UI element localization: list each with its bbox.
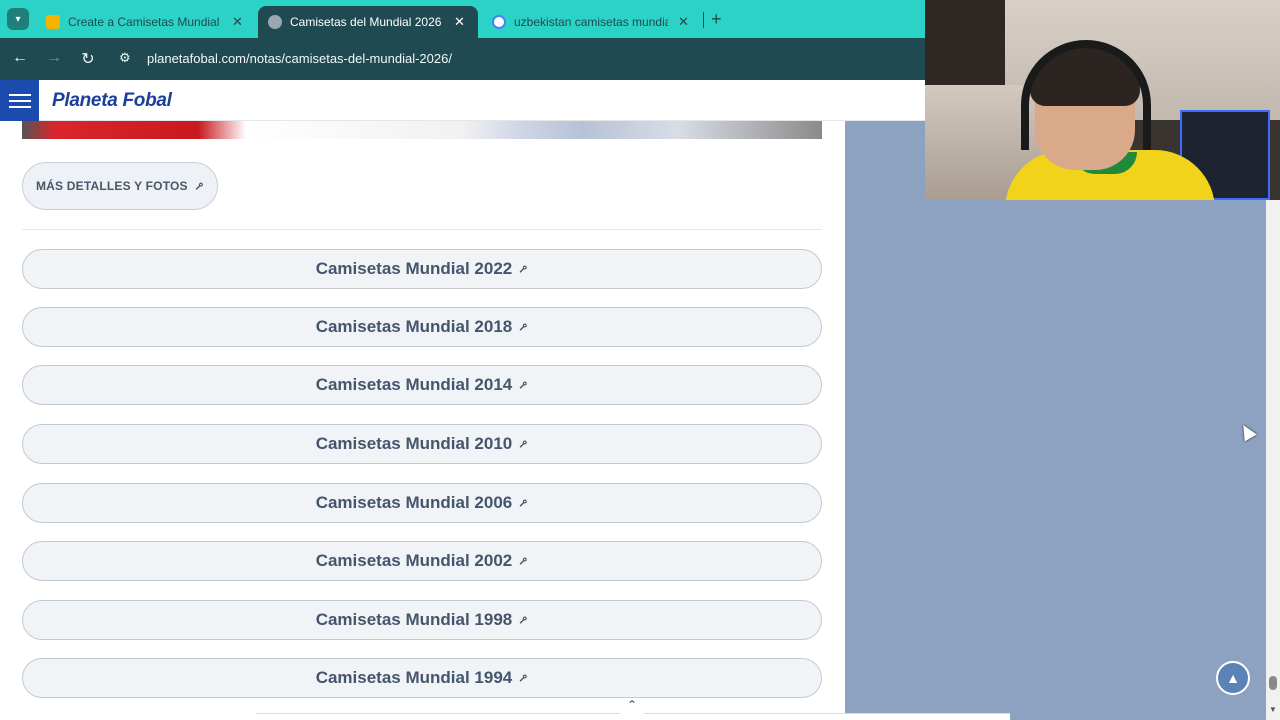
tab-search-button[interactable]: ▾ [7, 8, 29, 30]
link-icon: ⊸ [514, 552, 532, 570]
world-cup-link-1994[interactable]: Camisetas Mundial 1994 ⊸ [22, 658, 822, 698]
arrow-up-icon: ▲ [1226, 670, 1240, 686]
close-icon[interactable]: ✕ [678, 14, 689, 30]
scroll-thumb[interactable] [1269, 676, 1277, 690]
close-icon[interactable]: ✕ [232, 14, 243, 30]
tab-uzbekistan-search[interactable]: uzbekistan camisetas mundial 2 ✕ [482, 6, 699, 38]
world-cup-link-2006[interactable]: Camisetas Mundial 2006 ⊸ [22, 483, 822, 523]
link-icon: ⊸ [514, 318, 532, 336]
site-header: Planeta Fobal [0, 80, 925, 121]
back-to-top-button[interactable]: ▲ [1216, 661, 1250, 695]
site-info-icon[interactable]: ⚙ [119, 50, 131, 66]
more-details-label: MÁS DETALLES Y FOTOS [35, 179, 188, 193]
more-details-button[interactable]: MÁS DETALLES Y FOTOS ⊸ [22, 162, 218, 210]
forward-button[interactable]: → [44, 49, 64, 67]
world-cup-link-2002[interactable]: Camisetas Mundial 2002 ⊸ [22, 541, 822, 581]
hero-image [22, 121, 822, 139]
link-icon: ⊸ [514, 260, 532, 278]
hamburger-menu-button[interactable] [0, 80, 39, 121]
tab-separator [703, 12, 704, 28]
world-cup-link-label: Camisetas Mundial 1998 [315, 610, 513, 629]
chevron-up-icon[interactable]: ⌃ [620, 698, 644, 716]
tab-camisetas-mundial-2026[interactable]: Camisetas del Mundial 2026 – P ✕ [258, 6, 478, 38]
world-cup-link-label: Camisetas Mundial 2014 [315, 375, 513, 394]
webcam-overlay [925, 0, 1280, 200]
link-icon: ⊸ [514, 494, 532, 512]
world-cup-link-label: Camisetas Mundial 2010 [315, 434, 513, 453]
article-content: MÁS DETALLES Y FOTOS ⊸ Camisetas Mundial… [0, 121, 845, 720]
new-tab-button[interactable]: + [711, 9, 722, 30]
google-icon [492, 15, 506, 29]
tab-title: uzbekistan camisetas mundial 2 [514, 15, 668, 29]
webcam-shelf [925, 0, 1005, 85]
chevron-down-icon: ▾ [15, 13, 21, 25]
world-cup-link-label: Camisetas Mundial 2006 [315, 493, 513, 512]
world-cup-link-label: Camisetas Mundial 1994 [315, 668, 513, 687]
sidebar-panel [845, 121, 1266, 720]
link-icon: ⊸ [514, 611, 532, 629]
link-icon: ⊸ [514, 435, 532, 453]
back-button[interactable]: ← [10, 49, 30, 67]
world-cup-link-label: Camisetas Mundial 2018 [315, 317, 513, 336]
reload-button[interactable]: ↻ [78, 49, 98, 69]
site-logo[interactable]: Planeta Fobal [52, 90, 172, 112]
world-cup-link-2010[interactable]: Camisetas Mundial 2010 ⊸ [22, 424, 822, 464]
close-icon[interactable]: ✕ [454, 14, 465, 30]
tab-title: Camisetas del Mundial 2026 – P [290, 15, 444, 29]
address-bar[interactable]: planetafobal.com/notas/camisetas-del-mun… [147, 51, 452, 66]
site-favicon-icon [268, 15, 282, 29]
menu-line [8, 105, 31, 108]
browser-toolbar: ← → ↻ ⚙ planetafobal.com/notas/camisetas… [0, 38, 925, 80]
scroll-down-icon[interactable]: ▼ [1269, 705, 1277, 714]
menu-line [8, 93, 31, 96]
divider [22, 229, 822, 230]
tab-create-camisetas[interactable]: Create a Camisetas Mundial 20 ✕ [36, 6, 253, 38]
tab-bar: ▾ Create a Camisetas Mundial 20 ✕ Camise… [0, 0, 925, 38]
world-cup-link-2014[interactable]: Camisetas Mundial 2014 ⊸ [22, 365, 822, 405]
world-cup-link-1998[interactable]: Camisetas Mundial 1998 ⊸ [22, 600, 822, 640]
world-cup-link-2022[interactable]: Camisetas Mundial 2022 ⊸ [22, 249, 822, 289]
world-cup-link-label: Camisetas Mundial 2002 [315, 551, 513, 570]
link-icon: ⊸ [514, 376, 532, 394]
world-cup-link-label: Camisetas Mundial 2022 [315, 259, 513, 278]
menu-line [8, 99, 31, 102]
tab-title: Create a Camisetas Mundial 20 [68, 15, 222, 29]
link-icon: ⊸ [514, 669, 532, 687]
world-cup-link-2018[interactable]: Camisetas Mundial 2018 ⊸ [22, 307, 822, 347]
link-icon: ⊸ [190, 177, 208, 195]
site-favicon-icon [46, 15, 60, 29]
